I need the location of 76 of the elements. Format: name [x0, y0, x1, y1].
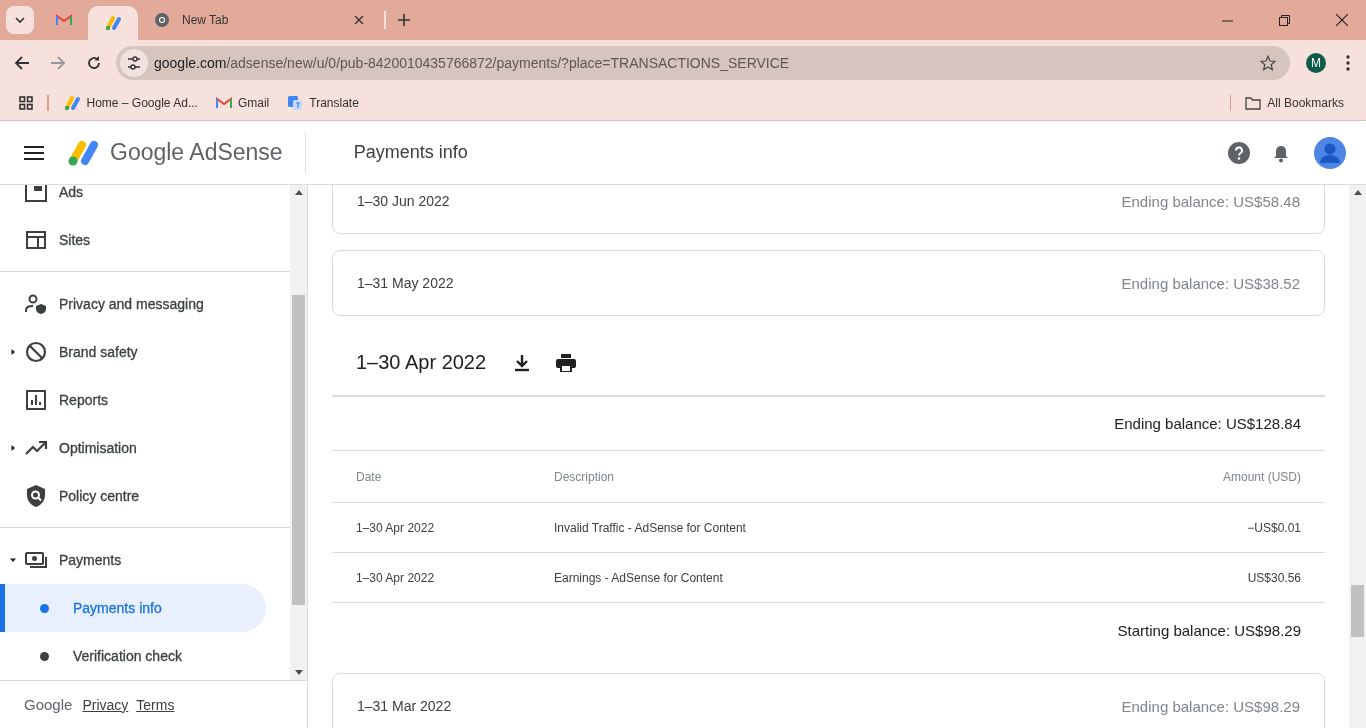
envelope-icon	[56, 14, 72, 26]
period-card[interactable]: 1–31 Mar 2022 Ending balance: US$98.29	[332, 673, 1325, 728]
browser-tab[interactable]: New Tab	[138, 0, 380, 40]
bookmark-link[interactable]: Gmail	[215, 95, 270, 110]
tab-search-button[interactable]	[6, 6, 34, 34]
more-vertical-icon[interactable]	[1346, 54, 1350, 71]
ending-balance: Ending balance: US$128.84	[1114, 415, 1301, 432]
product-name: Google AdSense	[110, 139, 283, 166]
browser-logo-icon	[154, 12, 170, 28]
folder-icon	[1245, 95, 1262, 110]
scrollbar-thumb[interactable]	[1351, 585, 1364, 637]
table-cell-text: 1–30 Apr 2022	[356, 570, 436, 585]
back-arrow-icon[interactable]	[14, 54, 30, 71]
menu-icon[interactable]	[24, 145, 44, 160]
footer-link[interactable]: Terms	[136, 696, 175, 713]
bar-chart-icon	[24, 388, 48, 412]
table-cell-text: Earnings - AdSense for Content	[554, 570, 724, 585]
column-header: Amount (USD)	[1222, 469, 1301, 484]
nav-subitem[interactable]: Verification check	[0, 632, 266, 680]
avatar-icon[interactable]	[1314, 136, 1346, 169]
column-header: Description	[554, 469, 616, 484]
nav-item[interactable]: Optimisation	[0, 424, 290, 472]
bookmark-link[interactable]: Home – Google Ad...	[62, 94, 198, 111]
scrollbar[interactable]	[290, 185, 307, 680]
translate-icon	[287, 94, 304, 111]
close-icon[interactable]	[354, 15, 364, 25]
help-icon[interactable]	[1228, 141, 1250, 164]
plus-icon[interactable]	[398, 14, 410, 26]
profile-avatar[interactable]: M	[1306, 52, 1326, 73]
scrollbar[interactable]	[1349, 185, 1366, 728]
browser-tab[interactable]	[88, 6, 138, 40]
sliders-icon[interactable]	[120, 48, 148, 77]
reload-icon[interactable]	[86, 54, 102, 71]
nav-item[interactable]: Payments	[0, 536, 290, 584]
scroll-up-icon[interactable]	[294, 190, 303, 195]
bookmark-link[interactable]: Translate	[287, 94, 359, 111]
nav-item[interactable]: Privacy and messaging	[0, 280, 290, 328]
close-icon[interactable]	[1336, 14, 1348, 26]
shield-search-icon	[24, 484, 48, 508]
scroll-up-icon[interactable]	[1353, 190, 1362, 195]
star-icon[interactable]	[1260, 54, 1276, 71]
ad-frame-icon	[24, 185, 48, 204]
all-bookmarks-button[interactable]: All Bookmarks	[1245, 95, 1344, 110]
address-bar[interactable]: google.com/adsense/new/u/0/pub-8420010435766872/payments/?place=TRANSACTIONS_SERVICE	[116, 45, 1290, 80]
starting-balance: Starting balance: US$98.29	[1117, 621, 1301, 639]
logo-icon	[66, 138, 100, 167]
period-card[interactable]: 1–30 Jun 2022 Ending balance: US$58.48	[332, 185, 1325, 234]
apps-grid-icon[interactable]	[19, 95, 33, 110]
column-header: Date	[356, 469, 383, 484]
download-icon[interactable]	[514, 353, 531, 372]
logo-icon	[62, 94, 81, 111]
scrollbar-thumb[interactable]	[292, 295, 305, 605]
period-title: 1–30 Apr 2022	[356, 351, 487, 374]
logo-icon	[104, 15, 122, 31]
table-cell-text: Invalid Traffic - AdSense for Content	[554, 520, 747, 535]
nav-item[interactable]: Brand safety	[0, 328, 290, 376]
nav-item[interactable]: Sites	[0, 216, 290, 264]
footer-link[interactable]: Privacy	[82, 696, 129, 713]
page-title: Payments info	[353, 142, 468, 163]
nav-item[interactable]: Reports	[0, 376, 290, 424]
envelope-icon	[215, 96, 232, 109]
print-icon[interactable]	[556, 353, 577, 372]
person-shield-icon	[24, 292, 48, 316]
period-card[interactable]: 1–31 May 2022 Ending balance: US$38.52	[332, 250, 1325, 316]
table-cell: −US$0.01	[1247, 520, 1301, 535]
block-icon	[24, 340, 48, 364]
table-cell-text: 1–30 Apr 2022	[356, 520, 436, 535]
nav-item[interactable]: Ads	[0, 185, 290, 216]
nav-subitem[interactable]: Payments info	[0, 584, 266, 632]
nav-item[interactable]: Policy centre	[0, 472, 290, 520]
chevron-down-icon	[14, 14, 26, 26]
footer-brand: Google	[24, 696, 73, 713]
table-cell: US$30.56	[1247, 570, 1301, 585]
scroll-down-icon[interactable]	[294, 670, 303, 675]
web-layout-icon	[24, 228, 48, 252]
restore-icon[interactable]	[1279, 14, 1290, 26]
